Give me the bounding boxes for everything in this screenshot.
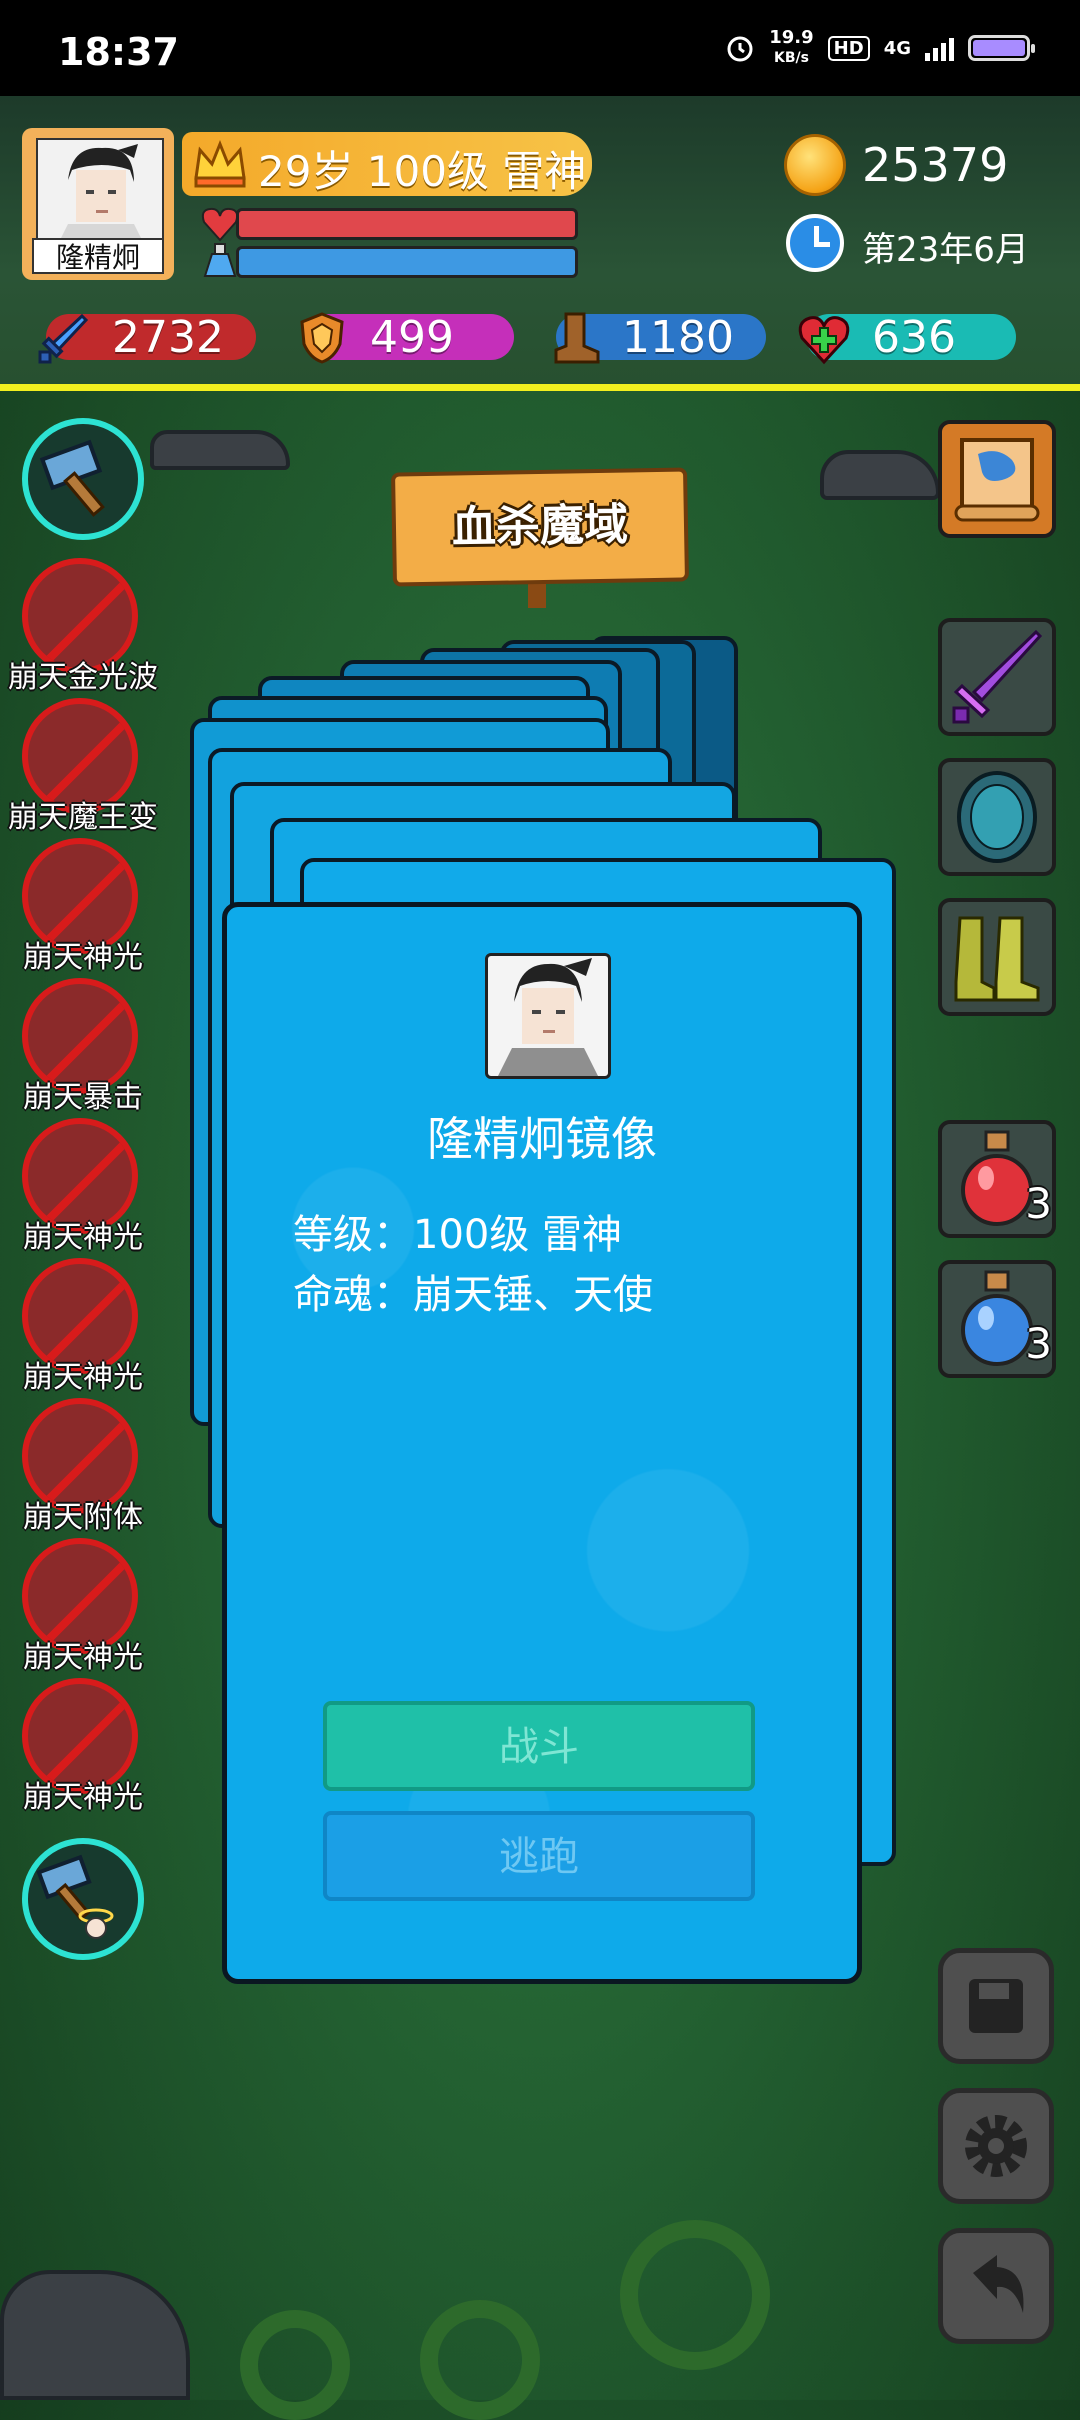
enemy-portrait (485, 953, 611, 1079)
level-text: 29岁 100级 雷神 (258, 147, 587, 196)
boots-slot[interactable] (938, 898, 1056, 1016)
flee-button[interactable]: 逃跑 (323, 1811, 755, 1901)
skill-slot[interactable]: 崩天附体 (22, 1398, 144, 1535)
status-time: 18:37 (58, 30, 179, 74)
network-type: 4G (883, 37, 911, 59)
map-button[interactable] (938, 420, 1056, 538)
skill-slot[interactable]: 崩天神光 (22, 1118, 144, 1255)
back-arrow-icon (973, 2255, 1024, 2313)
rock-decoration (820, 450, 940, 500)
sword-icon (38, 313, 89, 364)
blue-potion-count: 3 (1025, 1319, 1052, 1368)
skill-slot[interactable]: 崩天魔王变 (8, 698, 158, 835)
red-potion-slot[interactable]: 3 (938, 1120, 1056, 1238)
enemy-info: 等级：100级 雷神 命魂：崩天锤、天使 (293, 1205, 653, 1325)
active-skill-angel-hammer[interactable] (22, 1838, 144, 1960)
save-icon (969, 1979, 1023, 2033)
location-name: 血杀魔域 (451, 499, 629, 554)
player-portrait (36, 138, 164, 246)
angel-hammer-icon (36, 1854, 114, 1939)
gold-coin-icon (784, 134, 846, 196)
vine-decoration (240, 2310, 350, 2420)
mana-flask-icon (203, 243, 237, 277)
armor-slot[interactable] (938, 758, 1056, 876)
game-date: 第23年6月 (862, 230, 1029, 270)
alarm-icon (727, 36, 753, 62)
sign-post (528, 580, 546, 608)
skill-slot[interactable]: 崩天神光 (22, 1538, 144, 1675)
skill-slot[interactable]: 崩天神光 (22, 1678, 144, 1815)
map-scroll-icon (954, 438, 1040, 522)
skill-slot[interactable]: 崩天暴击 (22, 978, 144, 1115)
settings-gear-icon (965, 2115, 1027, 2177)
vine-decoration (420, 2300, 540, 2420)
gold-value: 25379 (862, 138, 1009, 192)
enemy-level: 等级：100级 雷神 (293, 1212, 623, 1258)
boot-icon (554, 312, 600, 364)
encounter-card: 隆精炯镜像 等级：100级 雷神 命魂：崩天锤、天使 战斗 逃跑 (222, 902, 862, 1984)
skill-slot[interactable]: 崩天金光波 (8, 558, 158, 695)
turtle-shell-armor-icon (957, 771, 1037, 863)
defense-stat: 499 (294, 306, 514, 368)
location-sign: 血杀魔域 (391, 467, 689, 587)
player-avatar[interactable]: 隆精炯 (22, 128, 174, 280)
speed-value: 1180 (622, 312, 734, 363)
enemy-name: 隆精炯镜像 (427, 1112, 657, 1166)
status-icons: 19.9 KB/s HD 4G (725, 27, 1035, 68)
purple-sword-icon (952, 629, 1043, 724)
blue-potion-slot[interactable]: 3 (938, 1260, 1056, 1378)
defense-value: 499 (370, 312, 454, 363)
skill-slot[interactable]: 崩天神光 (22, 838, 144, 975)
signal-icon (925, 35, 954, 61)
attack-value: 2732 (112, 312, 224, 363)
fight-button[interactable]: 战斗 (323, 1701, 755, 1791)
attack-stat: 2732 (36, 306, 256, 368)
active-skill-hammer[interactable] (22, 418, 144, 540)
save-button[interactable] (938, 1948, 1054, 2064)
vine-decoration (620, 2220, 770, 2370)
player-name: 隆精炯 (32, 238, 164, 274)
settings-button[interactable] (938, 2088, 1054, 2204)
shield-icon (300, 312, 344, 364)
hp-regen-stat: 636 (796, 306, 1016, 368)
level-banner: 29岁 100级 雷神 (182, 132, 592, 196)
heal-cross-icon (798, 316, 850, 365)
weapon-slot[interactable] (938, 618, 1056, 736)
heart-icon (201, 207, 239, 242)
hp-bar (236, 208, 578, 240)
hp-regen-value: 636 (872, 312, 956, 363)
battery-icon (968, 35, 1035, 61)
rock-decoration (0, 2270, 190, 2400)
back-button[interactable] (938, 2228, 1054, 2344)
boots-icon (954, 916, 1040, 1002)
red-potion-count: 3 (1025, 1179, 1052, 1228)
skill-slot[interactable]: 崩天神光 (22, 1258, 144, 1395)
mp-bar (236, 246, 578, 278)
hammer-icon (39, 439, 105, 517)
crown-icon (194, 139, 246, 188)
status-bar: 18:37 19.9 KB/s HD 4G (0, 0, 1080, 96)
hud-divider (0, 384, 1080, 391)
enemy-soul: 命魂：崩天锤、天使 (293, 1272, 653, 1318)
rock-decoration (150, 430, 290, 470)
hd-icon: HD (827, 35, 870, 61)
clock-icon (786, 214, 844, 272)
speed-stat: 1180 (546, 306, 766, 368)
net-speed: 19.9 KB/s (769, 27, 814, 67)
